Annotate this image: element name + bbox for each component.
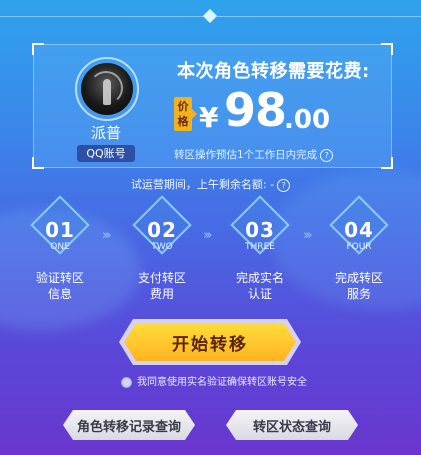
transfer-record-query-button[interactable]: 角色转移记录查询 [63,410,195,440]
step-english: ONE [50,242,70,252]
price-amount: 98 [224,83,287,137]
start-transfer-label: 开始转移 [172,334,248,355]
agreement-text[interactable]: 我同意使用实名验证确保转区账号安全 [137,377,307,388]
step-english: THREE [245,242,275,252]
transfer-status-query-button[interactable]: 转区状态查询 [226,410,358,440]
help-icon[interactable]: ? [320,148,334,162]
price-currency: ¥ [199,101,219,134]
price-tag-label: 价格 [177,100,189,128]
step-number: 04 [344,218,374,242]
processing-note: 转区操作预估1个工作日内完成? [174,147,334,162]
help-icon[interactable]: ? [277,178,291,192]
panel-corner [32,157,44,169]
step-number: 01 [45,218,75,242]
processing-note-text: 转区操作预估1个工作日内完成 [174,149,318,161]
agreement-row: 我同意使用实名验证确保转区账号安全 [121,373,307,388]
step-4: 04 FOUR 完成转区 服务 [318,195,408,301]
panel-corner [32,43,44,55]
step-number: 02 [147,218,177,242]
step-label: 完成转区 服务 [334,271,383,301]
agreement-radio[interactable] [121,376,132,388]
avatar [81,63,133,115]
step-english: FOUR [346,242,372,252]
quota-text: 试运营期间，上午剩余名额: - [130,178,275,191]
step-label: 完成实名 认证 [235,271,284,301]
avatar-frame [75,57,139,121]
panel-corner [381,43,393,55]
price-tag: 价格 [174,97,197,131]
step-3: 03 THREE 完成实名 认证 [219,195,309,301]
step-english: TWO [151,242,173,252]
step-label: 支付转区 费用 [137,271,186,301]
price-decimal: .00 [284,105,331,135]
start-transfer-button[interactable]: 开始转移 [124,323,296,361]
quota-info: 试运营期间，上午剩余名额: -? [0,176,421,192]
step-2: 02 TWO 支付转区 费用 [121,195,211,301]
step-label: 验证转区 信息 [35,271,84,301]
page: 派普 QQ账号 本次角色转移需要花费: 价格 ¥ 98 .00 转区操作预估1个… [0,0,421,455]
chevron-right-icon: ››› [303,228,312,243]
account-type-badge: QQ账号 [77,145,135,162]
account-nickname: 派普 [90,124,121,142]
chevron-right-icon: ››› [102,228,111,243]
chevron-right-icon: ››› [203,228,212,243]
step-number: 03 [245,218,275,242]
top-diamond-ornament [202,8,218,24]
panel-corner [381,157,393,169]
step-1: 01 ONE 验证转区 信息 [19,195,109,301]
cost-panel: 派普 QQ账号 本次角色转移需要花费: 价格 ¥ 98 .00 转区操作预估1个… [32,43,393,169]
cost-title: 本次角色转移需要花费: [177,61,370,82]
